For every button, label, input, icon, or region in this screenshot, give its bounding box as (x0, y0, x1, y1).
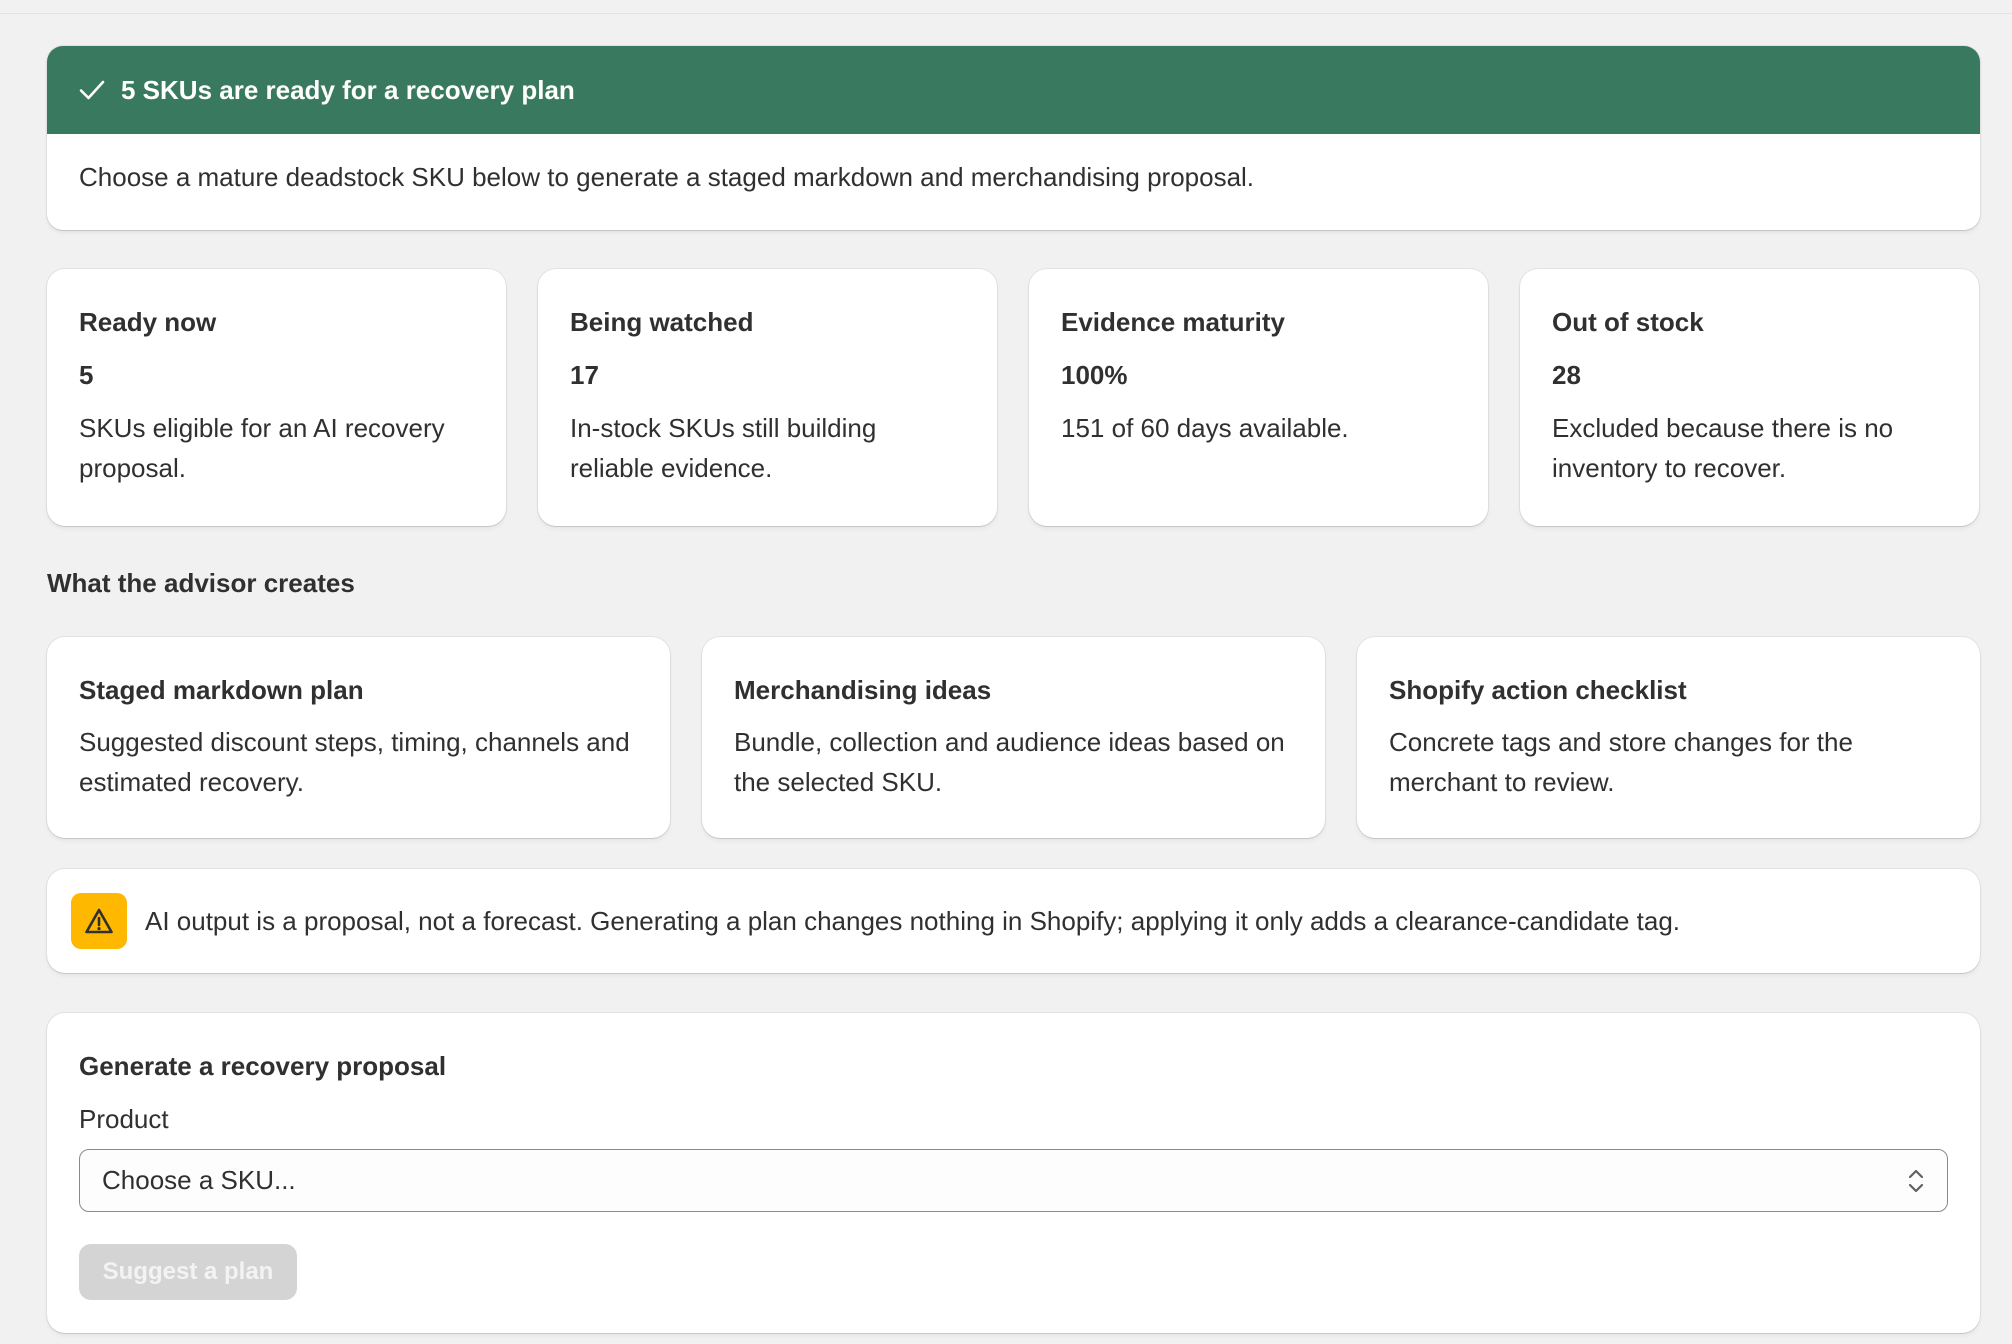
suggest-plan-button[interactable]: Suggest a plan (79, 1244, 297, 1300)
ai-notice: AI output is a proposal, not a forecast.… (47, 869, 1980, 973)
stat-value: 100% (1061, 360, 1128, 390)
banner-body: Choose a mature deadstock SKU below to g… (79, 162, 1255, 192)
feature-card-checklist: Shopify action checklist Concrete tags a… (1357, 637, 1980, 838)
banner-header: 5 SKUs are ready for a recovery plan (47, 46, 1980, 134)
select-value: Choose a SKU... (102, 1165, 296, 1195)
feature-card-merchandising: Merchandising ideas Bundle, collection a… (702, 637, 1325, 838)
product-label: Product (79, 1104, 169, 1134)
stat-description: 151 of 60 days available. (1061, 413, 1349, 443)
stat-card-ready-now: Ready now 5 SKUs eligible for an AI reco… (47, 269, 506, 526)
checkmark-icon (77, 75, 107, 105)
feature-heading: Shopify action checklist (1389, 675, 1687, 705)
stat-description: Excluded because there is no inventory t… (1552, 413, 1894, 483)
stat-card-out-of-stock: Out of stock 28 Excluded because there i… (1520, 269, 1979, 526)
feature-heading: Staged markdown plan (79, 675, 364, 705)
stat-description: In-stock SKUs still building reliable ev… (570, 413, 877, 483)
banner-title: 5 SKUs are ready for a recovery plan (121, 74, 575, 105)
divider (0, 13, 2012, 14)
form-title: Generate a recovery proposal (79, 1051, 447, 1081)
notice-text: AI output is a proposal, not a forecast.… (145, 905, 1681, 936)
stat-value: 5 (79, 360, 94, 390)
warning-icon (71, 893, 127, 949)
proposal-form: Generate a recovery proposal Product Cho… (47, 1013, 1980, 1333)
select-chevron-icon (1905, 1166, 1927, 1196)
stat-heading: Ready now (79, 307, 217, 337)
feature-description: Concrete tags and store changes for the … (1389, 727, 1853, 797)
section-title: What the advisor creates (47, 568, 355, 598)
stat-card-being-watched: Being watched 17 In-stock SKUs still bui… (538, 269, 997, 526)
feature-description: Bundle, collection and audience ideas ba… (734, 727, 1285, 797)
stat-description: SKUs eligible for an AI recovery proposa… (79, 413, 445, 483)
product-select[interactable]: Choose a SKU... (79, 1149, 1948, 1212)
ready-banner: 5 SKUs are ready for a recovery plan Cho… (47, 46, 1980, 230)
feature-heading: Merchandising ideas (734, 675, 992, 705)
stat-card-evidence-maturity: Evidence maturity 100% 151 of 60 days av… (1029, 269, 1488, 526)
feature-description: Suggested discount steps, timing, channe… (79, 727, 630, 797)
stat-heading: Evidence maturity (1061, 307, 1285, 337)
page: 5 SKUs are ready for a recovery plan Cho… (0, 0, 2012, 1344)
feature-card-markdown-plan: Staged markdown plan Suggested discount … (47, 637, 670, 838)
stat-heading: Being watched (570, 307, 754, 337)
stat-value: 28 (1552, 360, 1581, 390)
stat-heading: Out of stock (1552, 307, 1704, 337)
stat-value: 17 (570, 360, 599, 390)
